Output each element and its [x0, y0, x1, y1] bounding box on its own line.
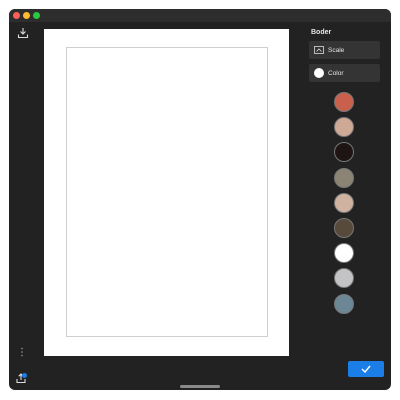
color-label: Color: [328, 69, 344, 77]
color-button[interactable]: Color: [309, 64, 380, 82]
scale-icon: [314, 46, 324, 54]
color-swatch-white[interactable]: [334, 243, 354, 263]
title-bar: [9, 9, 391, 22]
scale-button[interactable]: Scale: [309, 41, 380, 59]
export-icon[interactable]: [17, 27, 29, 39]
more-vertical-icon[interactable]: [20, 347, 24, 357]
confirm-button[interactable]: [348, 361, 384, 377]
color-swatch-black[interactable]: [334, 142, 354, 162]
home-indicator: [180, 385, 220, 388]
scale-label: Scale: [328, 46, 345, 54]
close-window-button[interactable]: [13, 12, 20, 19]
maximize-window-button[interactable]: [33, 12, 40, 19]
panel-title: Boder: [311, 29, 332, 36]
minimize-window-button[interactable]: [23, 12, 30, 19]
color-swatch-olive-gray[interactable]: [334, 168, 354, 188]
color-indicator-icon: [314, 68, 324, 78]
image-canvas[interactable]: [44, 29, 289, 356]
color-swatch-light-gray[interactable]: [334, 268, 354, 288]
color-swatch-red[interactable]: [334, 92, 354, 112]
color-swatch-dark-brown[interactable]: [334, 218, 354, 238]
color-swatch-peach[interactable]: [334, 117, 354, 137]
app-window: Boder Scale Color: [9, 9, 391, 390]
border-preview-frame: [66, 47, 268, 337]
color-swatch-sand[interactable]: [334, 193, 354, 213]
checkmark-icon: [361, 365, 371, 373]
notification-badge: [22, 373, 27, 378]
color-swatch-slate-blue[interactable]: [334, 294, 354, 314]
